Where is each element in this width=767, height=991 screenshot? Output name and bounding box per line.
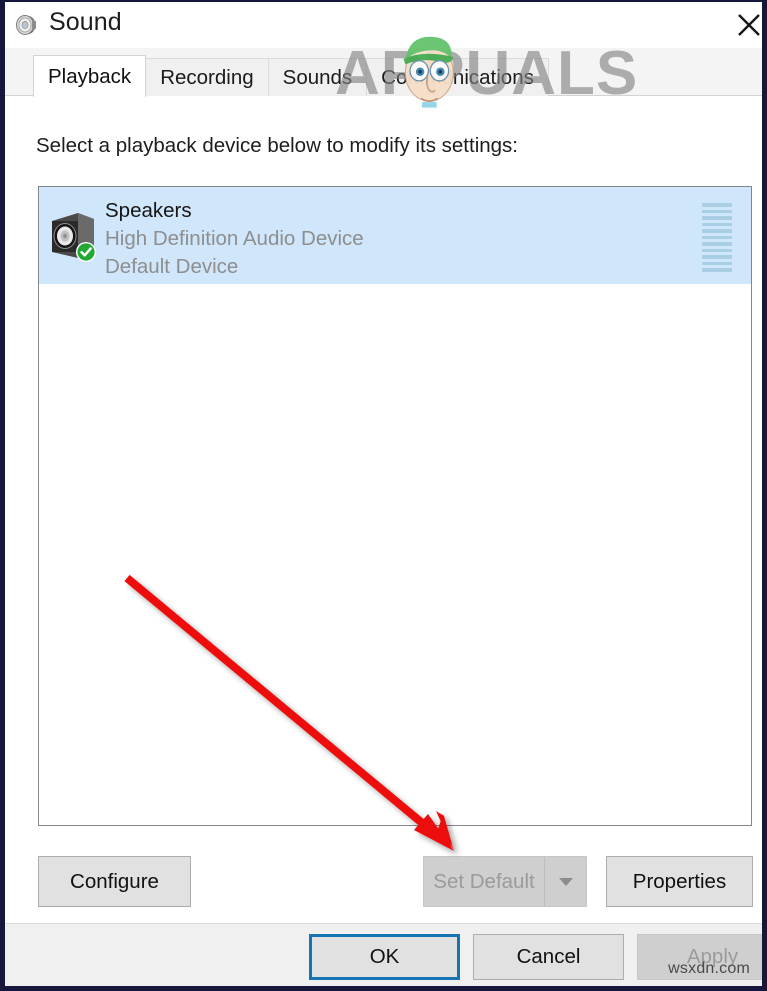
set-default-split-button[interactable]: Set Default [423,856,587,907]
set-default-button[interactable]: Set Default [424,857,544,906]
title-bar: Sound [5,2,762,48]
tab-sounds[interactable]: Sounds [267,58,368,96]
tab-playback[interactable]: Playback [33,55,147,97]
speaker-device-icon [48,207,102,265]
ok-button[interactable]: OK [309,934,460,980]
tab-sounds-label: Sounds [282,66,353,89]
device-driver: High Definition Audio Device [105,227,364,250]
meter-segment [702,235,732,239]
volume-level-meter [702,203,732,272]
list-item[interactable]: Speakers High Definition Audio Device De… [39,187,751,284]
tab-communications[interactable]: Communications [366,58,549,96]
device-name: Speakers [105,199,192,222]
configure-button[interactable]: Configure [38,856,191,907]
meter-segment [702,229,732,233]
device-text-block: Speakers High Definition Audio Device De… [105,197,364,281]
device-status: Default Device [105,255,239,278]
sound-dialog-window: Sound Playback Recording Sounds Communic… [0,0,767,991]
meter-segment [702,255,732,259]
page-title: Sound [49,8,122,36]
ok-button-label: OK [369,945,400,968]
cancel-button-label: Cancel [516,945,581,968]
apply-button[interactable]: Apply [637,934,762,980]
tab-list: Playback Recording Sounds Communications [33,55,549,97]
set-default-button-label: Set Default [433,869,535,893]
meter-segment [702,222,732,226]
meter-segment [702,209,732,213]
tab-recording-label: Recording [160,66,254,89]
playback-device-list[interactable]: Speakers High Definition Audio Device De… [38,186,752,826]
tab-playback-label: Playback [48,65,132,88]
tab-strip: Playback Recording Sounds Communications [5,48,762,97]
configure-button-label: Configure [70,869,159,893]
cancel-button[interactable]: Cancel [473,934,624,980]
meter-segment [702,216,732,220]
tab-recording[interactable]: Recording [145,58,269,96]
meter-segment [702,242,732,246]
properties-button-label: Properties [632,869,727,893]
speaker-icon [14,12,40,38]
playback-tab-panel: Select a playback device below to modify… [5,96,762,924]
instruction-text: Select a playback device below to modify… [36,134,518,157]
meter-segment [702,248,732,252]
close-icon[interactable] [729,2,762,46]
properties-button[interactable]: Properties [606,856,753,907]
meter-segment [702,203,732,207]
apply-button-label: Apply [686,945,739,968]
dialog-footer: OK Cancel Apply [5,923,762,986]
tab-communications-label: Communications [381,66,534,89]
meter-segment [702,268,732,272]
chevron-down-icon[interactable] [544,857,586,906]
meter-segment [702,261,732,265]
